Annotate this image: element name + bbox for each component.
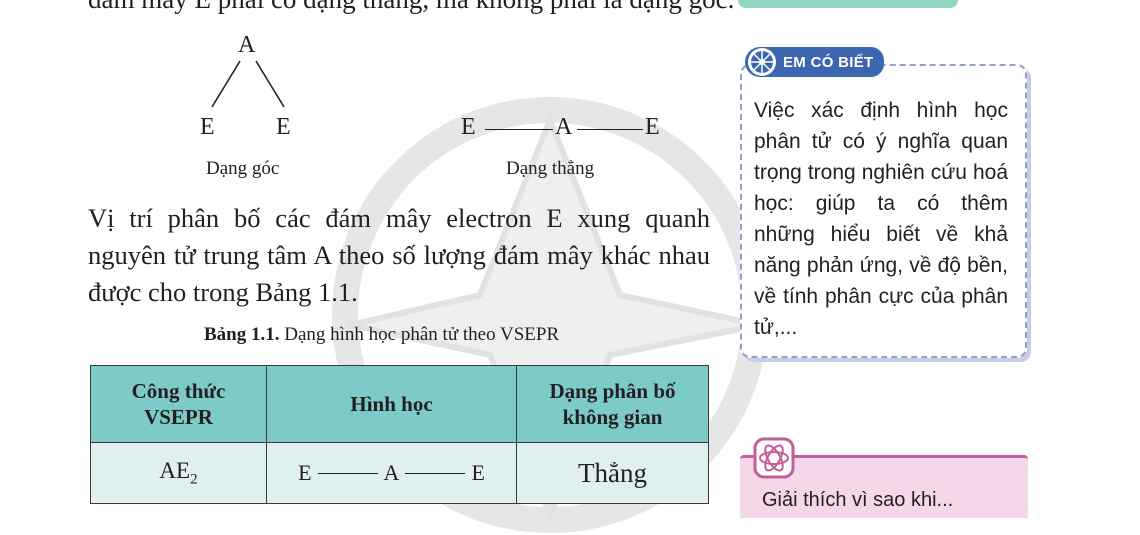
atom-icon [748,48,776,76]
linear-center-atom: A [555,114,573,140]
note-text: Việc xác định hình học phân tử có ý nghĩ… [754,99,1008,339]
linear-right-atom: E [645,114,660,140]
geo-bond-right [405,472,466,474]
bent-caption: Dạng góc [206,158,280,179]
body-paragraph: Vị trí phân bố các đám mây electron E xu… [88,203,710,307]
geo-bond-left [317,472,378,474]
geo-right-atom: E [471,460,485,485]
sidebar-top-tab [738,0,958,8]
table-caption: Bảng 1.1. Dạng hình học phân tử theo VSE… [204,324,559,346]
table-row: AE2 E A E Thẳng [90,442,709,504]
table-caption-label: Bảng 1.1. [204,324,280,345]
geo-left-atom: E [298,460,312,485]
bent-bonds [211,60,285,108]
header-shape: Dạng phân bố không gian [516,365,709,443]
bent-left-atom: E [200,114,215,140]
table-caption-text: Dạng hình học phân tử theo VSEPR [279,324,560,345]
header-formula: Công thức VSEPR [90,365,267,443]
table-header-row: Công thức VSEPR Hình học Dạng phân bố kh… [90,365,709,443]
linear-left-atom: E [461,114,476,140]
question-text: Giải thích vì sao khi... [762,489,954,511]
note-badge: EM CÓ BIẾT [745,47,884,77]
vsepr-table: Công thức VSEPR Hình học Dạng phân bố kh… [90,365,709,504]
molecule-icon [753,437,795,479]
linear-bond-left [485,129,553,130]
cell-geometry: E A E [266,442,517,504]
linear-bond-right [577,129,643,130]
geo-center-atom: A [383,460,400,485]
note-header: EM CÓ BIẾT [745,44,884,80]
note-title: EM CÓ BIẾT [783,53,874,71]
header-geometry: Hình học [266,365,517,443]
linear-caption: Dạng thẳng [506,158,595,179]
cell-shape: Thẳng [516,442,709,504]
bent-right-atom: E [276,114,291,140]
intro-line: đám mây E phải có dạng thẳng, mà không p… [88,0,734,15]
cell-formula: AE2 [90,442,267,504]
